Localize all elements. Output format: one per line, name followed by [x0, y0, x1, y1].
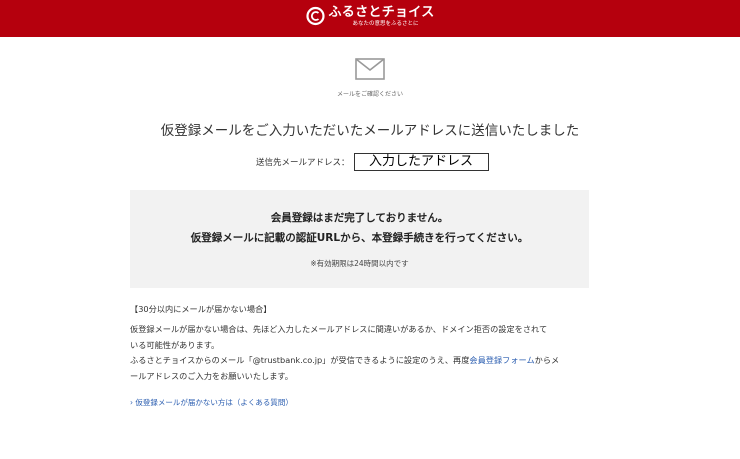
- site-logo[interactable]: ふるさとチョイス あなたの意思をふるさとに: [305, 5, 434, 29]
- faq-text-line: ふるさとチョイスからのメール「@trustbank.co.jp」が受信できるよう…: [130, 353, 592, 369]
- brand-name: ふるさとチョイス: [328, 5, 435, 20]
- destination-label: 送信先メールアドレス：: [256, 158, 350, 168]
- page-title: 仮登録メールをご入力いただいたメールアドレスに送信いたしました: [160, 123, 580, 139]
- faq-text-line: いる可能性があります。: [130, 339, 220, 350]
- notice-line-1: 会員登録はまだ完了しておりません。: [270, 212, 449, 224]
- faq-text-line: ールアドレスのご入力をお願いいたします。: [130, 370, 293, 381]
- faq-section: 【30分以内にメールが届かない場合】 仮登録メールが届かない場合は、先ほど入力し…: [130, 303, 592, 384]
- faq-heading: 【30分以内にメールが届かない場合】: [130, 304, 272, 314]
- brand-tagline: あなたの意思をふるさとに: [352, 21, 419, 27]
- mail-caption: メールをご確認ください: [336, 91, 403, 98]
- faq-text-line: 仮登録メールが届かない場合は、先ほど入力したメールアドレスに間違いがあるか、ドメ…: [130, 324, 548, 334]
- member-registration-form-link[interactable]: 会員登録フォーム: [469, 355, 534, 365]
- envelope-icon: [355, 58, 385, 80]
- faq-body: 仮登録メールが届かない場合は、先ほど入力したメールアドレスに間違いがあるか、ドメ…: [130, 322, 592, 384]
- faq-text: からメ: [534, 355, 560, 365]
- destination-address: 入力したアドレス: [353, 153, 489, 171]
- furusato-logo-icon: [306, 6, 325, 26]
- faq-help-link[interactable]: › 仮登録メールが届かない方は（よくある質問）: [130, 397, 293, 408]
- destination-row: 送信先メールアドレス： 入力したアドレス: [256, 153, 489, 171]
- faq-text: ふるさとチョイスからのメール「@trustbank.co.jp」が受信できるよう…: [130, 355, 470, 365]
- mail-notice-icon-block: メールをご確認ください: [0, 58, 740, 98]
- expiry-note: ※有効期限は24時間以内です: [310, 259, 409, 268]
- site-header: ふるさとチョイス あなたの意思をふるさとに: [0, 0, 740, 37]
- registration-notice-box: 会員登録はまだ完了しておりません。 仮登録メールに記載の認証URLから、本登録手…: [130, 190, 589, 288]
- notice-line-2: 仮登録メールに記載の認証URLから、本登録手続きを行ってください。: [190, 232, 529, 244]
